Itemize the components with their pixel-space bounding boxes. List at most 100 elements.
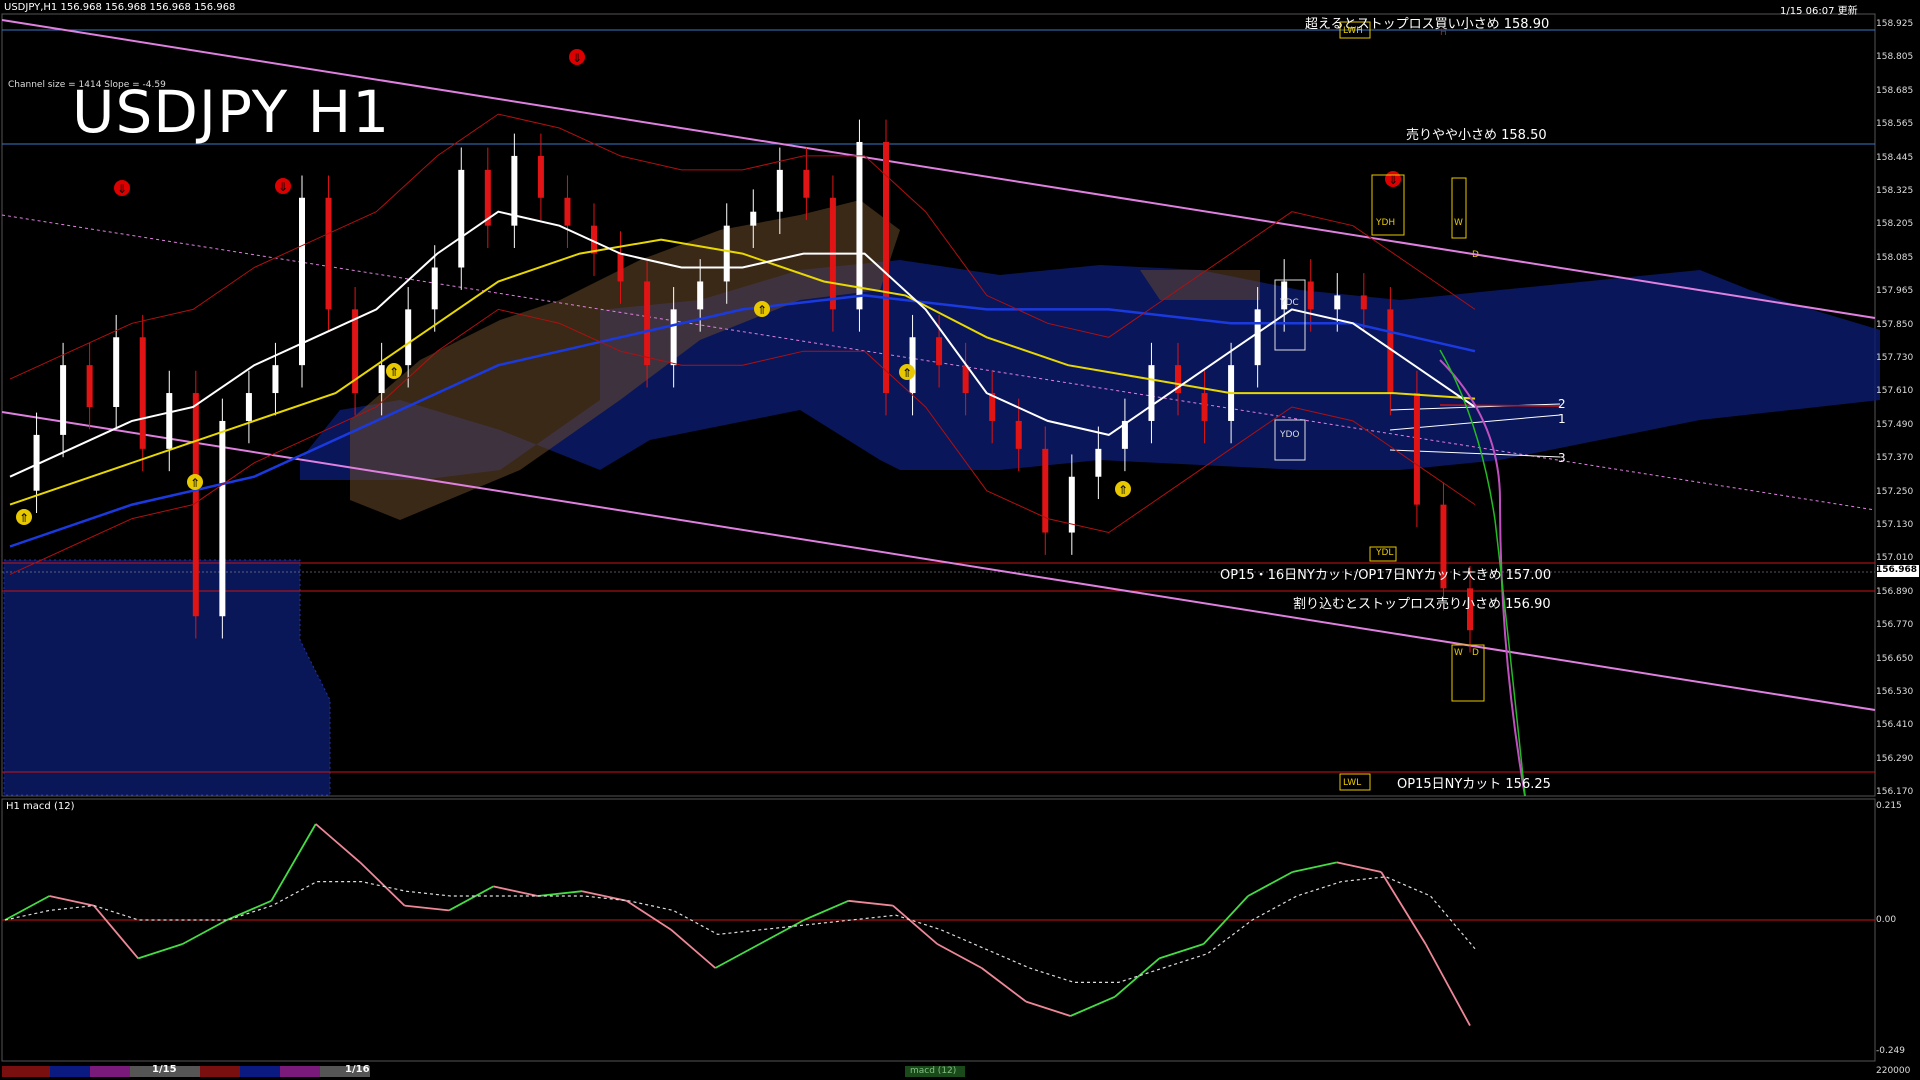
date-label: 1/16 [345,1064,370,1075]
macd-label: H1 macd (12) [6,801,75,812]
candle-body [776,169,783,212]
annotation-op15: OP15日NYカット 156.25 [1397,777,1551,792]
price-tick: 158.205 [1876,219,1914,230]
channel-num-3: 3 [1558,451,1566,465]
tag-lwl: LWL [1343,778,1362,788]
svg-text:⇓: ⇓ [117,182,127,196]
scroll-label: macd (12) [910,1066,957,1076]
candle-body [1201,393,1208,421]
candle-body [750,211,757,226]
candle-body [1254,309,1261,366]
price-tick: 157.250 [1876,486,1914,497]
candle-body [1148,365,1155,421]
svg-text:⇓: ⇓ [278,180,288,194]
price-tick: 156.170 [1876,787,1914,798]
candle-body [1015,420,1022,449]
tag-w2: W [1454,648,1463,658]
candle-body [883,141,889,394]
tag-ydc: YDC [1280,298,1299,308]
candle-body [962,365,969,394]
candle-body [723,225,730,282]
price-tick: 158.565 [1876,119,1914,130]
candle-body [1334,295,1341,310]
candle-body [644,281,651,366]
price-tick: 158.445 [1876,152,1914,163]
candle-body [113,337,120,407]
period-bar [90,1066,130,1077]
price-tick: 157.965 [1876,286,1914,297]
macd-tick-bottom: -0.249 [1876,1046,1906,1056]
price-tick: 157.610 [1876,386,1914,397]
price-tick: 157.010 [1876,553,1914,564]
time-info: 1/15 06:07 更新 [1780,6,1858,17]
tag-d: D [1472,250,1479,260]
price-tick: 156.290 [1876,753,1914,764]
tag-ydl: YDL [1376,548,1394,558]
svg-text:⇑: ⇑ [902,366,912,380]
channel-num-1: 1 [1558,412,1566,426]
tag-lwh: LWH [1343,26,1363,36]
candle-body [1042,448,1049,533]
candle-body [670,309,677,366]
price-tick: 156.650 [1876,653,1914,664]
price-tick: 157.490 [1876,419,1914,430]
tag-w: W [1454,218,1463,228]
chart-title: USDJPY H1 [72,78,391,146]
candle-body [219,420,226,617]
candle-body [405,309,412,366]
candle-body [272,365,279,394]
svg-text:⇑: ⇑ [389,365,399,379]
candle-body [537,155,544,198]
period-bar [200,1066,240,1077]
candle-body [697,281,704,310]
svg-text:⇑: ⇑ [19,511,29,525]
candle-body [431,267,438,310]
candle-body [60,365,67,435]
period-bar [2,1066,50,1077]
price-tick: 158.085 [1876,252,1914,263]
price-chart[interactable]: ⇓ ⇓ ⇓ ⇓ ⇑ ⇑ ⇑ ⇑ ⇑ ⇑ [0,0,1920,1080]
tag-h: H [1440,28,1447,38]
candle-body [936,337,943,366]
candle-body [245,393,252,421]
candle-body [1360,295,1367,310]
macd-tick-zero: 0.00 [1876,915,1897,925]
price-tick: 156.770 [1876,620,1914,631]
price-tick: 158.925 [1876,19,1914,29]
price-tick: 156.530 [1876,687,1914,697]
svg-text:⇓: ⇓ [572,51,582,65]
tag-ydo: YDO [1280,430,1300,440]
annotation-stop-buy: 超えるとストップロス買い小さめ 158.90 [1305,17,1550,32]
annotation-stop-sell: 割り込むとストップロス売り小さめ 156.90 [1293,597,1551,612]
candle-body [325,197,332,310]
tag-ydh: YDH [1376,218,1396,228]
price-tick: 157.130 [1876,520,1914,530]
macd-tick-top: 0.215 [1876,801,1902,811]
candle-body [1095,448,1102,477]
price-tick: 158.325 [1876,186,1914,196]
symbol-info: USDJPY,H1 156.968 156.968 156.968 156.96… [4,2,236,13]
candle-body [617,253,624,282]
svg-text:⇑: ⇑ [757,303,767,317]
period-bar [280,1066,320,1077]
price-tick: 158.805 [1876,52,1914,63]
period-bar [50,1066,90,1077]
candle-body [299,197,305,366]
current-price-label: 156.968 [1876,565,1917,575]
candle-body [856,141,863,310]
candle-body [166,393,173,449]
price-tick: 156.410 [1876,720,1914,731]
macd-bottom-value: 220000 [1876,1066,1911,1076]
price-tick: 157.730 [1876,353,1914,363]
channel-num-2: 2 [1558,397,1566,411]
candle-body [564,197,571,226]
annotation-sell: 売りやや小さめ 158.50 [1406,128,1547,143]
svg-text:⇑: ⇑ [190,476,200,490]
svg-text:⇑: ⇑ [1118,483,1128,497]
candle-body [458,169,465,268]
period-bar [240,1066,280,1077]
tag-d2: D [1472,648,1479,658]
candle-body [86,365,93,407]
date-label: 1/15 [152,1064,177,1075]
candle-body [1413,393,1420,505]
